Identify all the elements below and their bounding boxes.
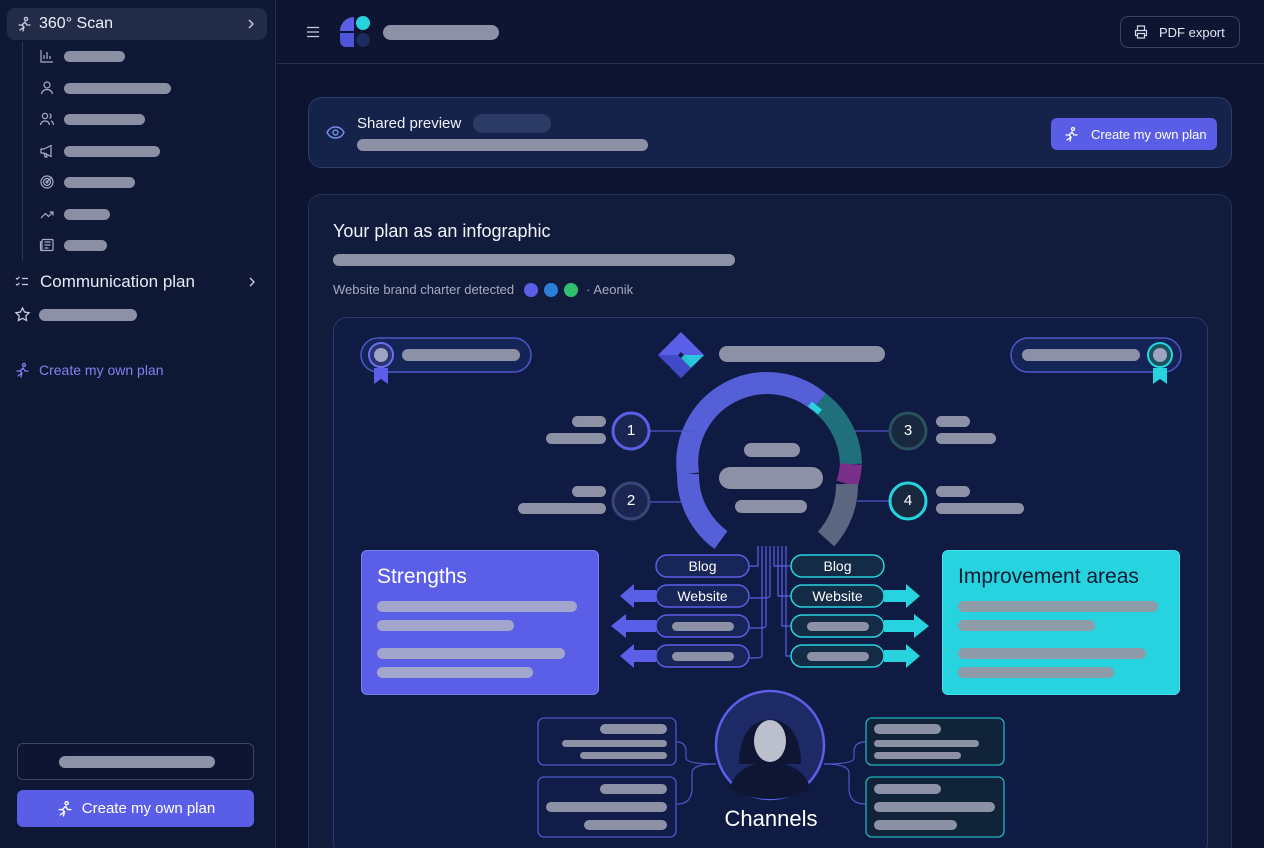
brand-font-label: · Aeonik: [586, 282, 634, 297]
users-icon: [39, 112, 55, 126]
app-logo: [340, 16, 370, 47]
channel-boxes-left: [537, 717, 677, 838]
panel-line-placeholder: [958, 601, 1158, 612]
score-gauge: [676, 372, 862, 549]
shared-preview-subtitle-placeholder: [357, 139, 648, 151]
panel-line-placeholder: [958, 667, 1114, 678]
brand-color-swatch: [564, 282, 579, 297]
infographic-canvas: 1 2 3 4 Blog Website Blog Website Streng…: [333, 317, 1208, 848]
chevron-right-icon: [248, 19, 254, 29]
top-header: PDF export: [277, 0, 1264, 64]
sidebar: 360° Scan Communication plan Create my o…: [0, 0, 276, 848]
card-title: Your plan as an infographic: [333, 221, 551, 241]
shared-preview-badge: [473, 114, 551, 133]
sidebar-subitem-growth[interactable]: [39, 206, 110, 222]
sidebar-create-plan-link[interactable]: Create my own plan: [14, 362, 164, 378]
sidebar-subitem-placeholder: [64, 145, 160, 157]
panel-line-placeholder: [958, 648, 1146, 659]
shared-preview-banner: Shared preview Create my own plan: [308, 97, 1232, 168]
target-icon: [40, 175, 54, 189]
runner-icon: [18, 16, 31, 32]
nav-favorites-placeholder: [39, 308, 137, 321]
brand-charter-row: Website brand charter detected · Aeonik: [333, 282, 633, 297]
step-number-3: 3: [903, 422, 913, 439]
channel-boxes-right: [865, 717, 1005, 838]
brand-color-swatch: [544, 282, 559, 297]
award-badge-left: [360, 337, 532, 384]
megaphone-icon: [40, 144, 52, 158]
sidebar-create-plan-button[interactable]: Create my own plan: [17, 790, 254, 827]
card-subtitle-placeholder: [333, 254, 735, 266]
avatar-icon: [714, 689, 826, 801]
step-number-2: 2: [626, 492, 636, 509]
improvement-areas-panel: Improvement areas: [942, 550, 1180, 695]
brand-charter-label: Website brand charter detected: [333, 282, 515, 297]
sidebar-subitem-persona[interactable]: [39, 80, 171, 96]
sidebar-subitem-audience[interactable]: [39, 111, 145, 127]
chevron-right-icon: [249, 277, 255, 287]
sidebar-subitem-placeholder: [64, 239, 107, 251]
channel-pill-website-right: Website: [812, 588, 863, 604]
preview-create-plan-button[interactable]: Create my own plan: [1051, 118, 1217, 150]
sparkle-icon: [58, 800, 72, 817]
panel-line-placeholder: [377, 601, 577, 612]
panel-line-placeholder: [377, 648, 565, 659]
sidebar-subitem-stats[interactable]: [39, 48, 125, 64]
sparkle-icon: [1065, 126, 1078, 142]
channel-pill-blog-right: Blog: [823, 558, 852, 574]
checklist-icon: [15, 276, 28, 287]
pdf-export-label: PDF export: [1159, 24, 1225, 40]
brand-color-swatch: [524, 282, 539, 297]
eye-icon: [326, 126, 345, 139]
sidebar-subitem-placeholder: [64, 208, 110, 220]
nav-360-scan[interactable]: 360° Scan: [7, 8, 267, 40]
sidebar-subitem-placeholder: [64, 176, 135, 188]
improvement-areas-title: Improvement areas: [958, 565, 1139, 588]
sidebar-create-plan-label: Create my own plan: [39, 362, 164, 378]
bar-chart-icon: [40, 50, 53, 63]
sidebar-account-box[interactable]: [17, 743, 254, 780]
channel-pill-website-left: Website: [677, 588, 728, 604]
nav-communication-plan-label: Communication plan: [40, 272, 195, 291]
newspaper-icon: [39, 238, 54, 252]
flow-lines: [750, 546, 791, 659]
sidebar-subitem-placeholder: [64, 82, 171, 94]
strengths-panel: Strengths: [361, 550, 599, 695]
nav-360-scan-label: 360° Scan: [39, 15, 114, 32]
arrows-left: [611, 584, 656, 668]
printer-icon: [1134, 25, 1148, 39]
user-icon: [40, 81, 54, 95]
trend-up-icon: [40, 211, 54, 219]
star-icon: [14, 306, 31, 322]
sidebar-subitem-placeholder: [64, 50, 125, 62]
strengths-title: Strengths: [377, 565, 467, 588]
panel-line-placeholder: [377, 620, 514, 631]
hamburger-icon[interactable]: [306, 25, 320, 39]
pdf-export-button[interactable]: PDF export: [1120, 16, 1240, 48]
shared-preview-title: Shared preview: [357, 115, 462, 132]
arrows-right: [884, 584, 929, 668]
scan-subnav: [22, 42, 171, 260]
app-name-placeholder: [383, 25, 499, 40]
sidebar-account-placeholder: [59, 756, 215, 768]
award-badge-right: [1010, 337, 1182, 384]
sparkle-runner-icon: [16, 362, 29, 378]
channels-title: Channels: [724, 806, 818, 831]
step-number-1: 1: [626, 422, 636, 439]
sidebar-subitem-messaging[interactable]: [39, 143, 160, 159]
sidebar-subitem-goals[interactable]: [39, 174, 135, 190]
sidebar-subitem-placeholder: [64, 113, 145, 125]
nav-communication-plan[interactable]: Communication plan: [14, 268, 268, 296]
sidebar-create-plan-button-label: Create my own plan: [81, 800, 216, 817]
step-number-4: 4: [903, 492, 913, 509]
nav-favorites[interactable]: [14, 306, 137, 323]
sidebar-subitem-content[interactable]: [39, 237, 107, 253]
panel-line-placeholder: [958, 620, 1095, 631]
channel-pill-blog-left: Blog: [688, 558, 717, 574]
panel-line-placeholder: [377, 667, 533, 678]
brand-mark-icon: [658, 332, 885, 378]
preview-create-plan-label: Create my own plan: [1091, 126, 1207, 142]
